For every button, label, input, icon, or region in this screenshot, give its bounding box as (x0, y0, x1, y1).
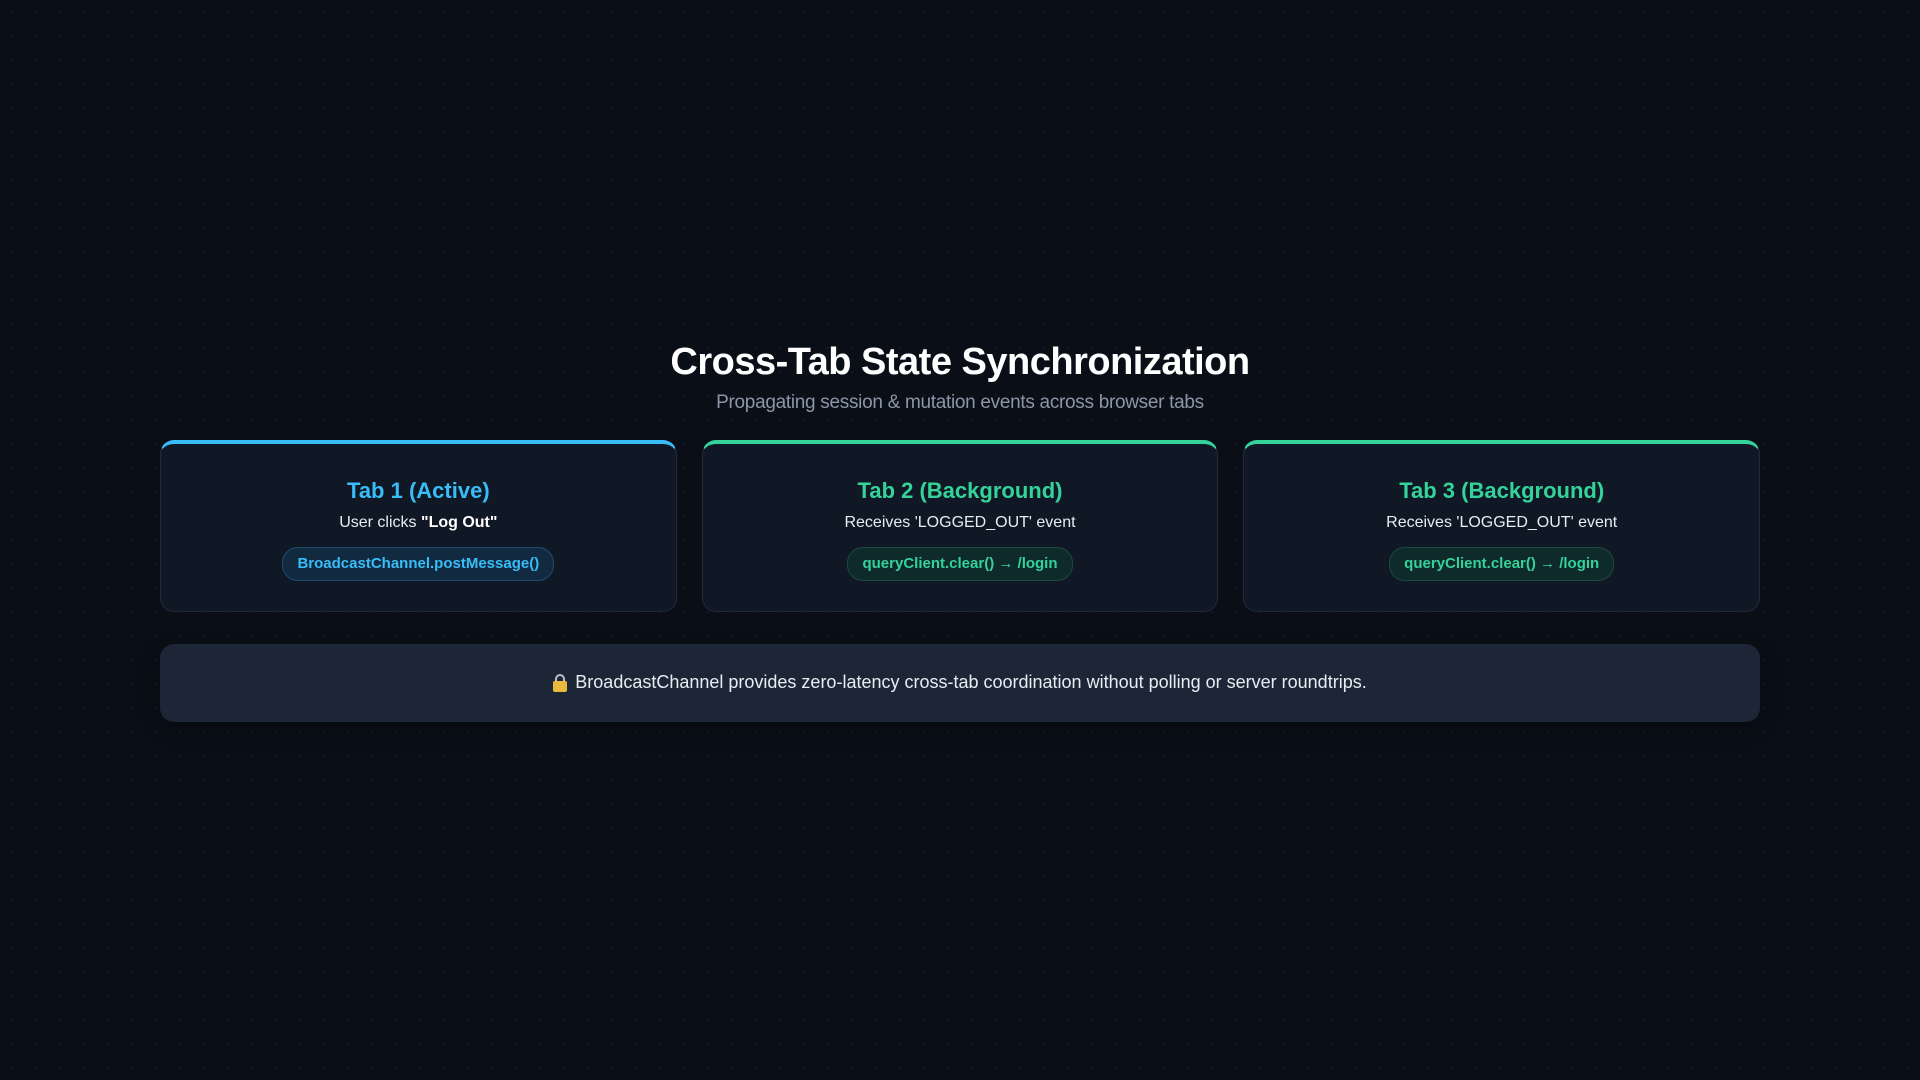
diagram-title: Cross-Tab State Synchronization (670, 341, 1250, 383)
tab-card-title: Tab 2 (Background) (857, 477, 1063, 503)
tab-card-title: Tab 1 (Active) (347, 477, 490, 503)
tab-cards: Tab 1 (Active) User clicks "Log Out" Bro… (160, 439, 1761, 612)
tab-card-description: Receives 'LOGGED_OUT' event (844, 513, 1076, 531)
diagram-header: Cross-Tab State Synchronization Propagat… (160, 340, 1760, 414)
tab-card-3: Tab 3 (Background) Receives 'LOGGED_OUT'… (1243, 439, 1761, 612)
log-out-label: "Log Out" (420, 513, 498, 531)
tab-card-description-text: User clicks (339, 513, 421, 531)
tab-card-1: Tab 1 (Active) User clicks "Log Out" Bro… (160, 439, 677, 612)
code-pill: queryClient.clear() → /login (847, 546, 1073, 581)
info-note-text: BroadcastChannel provides zero-latency c… (575, 672, 1367, 693)
tab-card-description: User clicks "Log Out" (339, 514, 497, 532)
tab-card-2: Tab 2 (Background) Receives 'LOGGED_OUT'… (701, 439, 1219, 612)
tab-card-title: Tab 3 (Background) (1399, 477, 1605, 503)
diagram: Cross-Tab State Synchronization Propagat… (160, 340, 1761, 722)
info-note: BroadcastChannel provides zero-latency c… (160, 643, 1760, 722)
tab-card-description: Receives 'LOGGED_OUT' event (1386, 513, 1618, 531)
diagram-subtitle: Propagating session & mutation events ac… (716, 391, 1204, 413)
lock-icon (553, 673, 568, 692)
code-pill: queryClient.clear() → /login (1389, 546, 1615, 581)
code-pill: BroadcastChannel.postMessage() (282, 546, 555, 581)
